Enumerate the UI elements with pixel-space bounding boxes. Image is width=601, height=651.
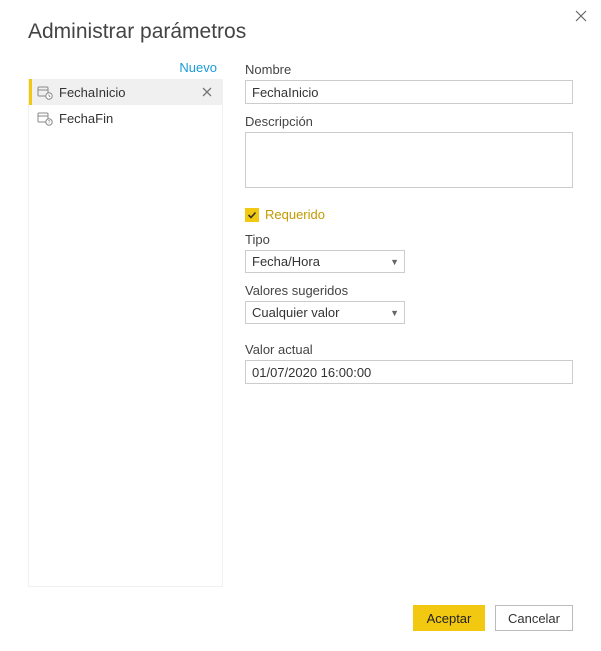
accept-button[interactable]: Aceptar xyxy=(413,605,485,631)
parameter-form: Nombre Descripción Requerido Tipo ▼ Valo… xyxy=(245,58,573,587)
valor-actual-input[interactable] xyxy=(245,360,573,384)
dialog-body: Nuevo FechaInicio xyxy=(28,58,573,587)
valor-actual-label: Valor actual xyxy=(245,342,573,357)
dialog-footer: Aceptar Cancelar xyxy=(28,587,573,631)
tipo-select[interactable] xyxy=(245,250,405,273)
parameter-icon: ? xyxy=(37,110,53,126)
delete-parameter-icon[interactable] xyxy=(198,84,216,100)
close-icon[interactable] xyxy=(575,10,587,25)
tipo-select-wrap: ▼ xyxy=(245,250,405,273)
requerido-checkbox[interactable] xyxy=(245,208,259,222)
dialog-title: Administrar parámetros xyxy=(28,20,573,44)
requerido-label: Requerido xyxy=(265,207,325,222)
parameter-item-fechafin[interactable]: ? FechaFin xyxy=(29,105,222,131)
parameter-item-fechainicio[interactable]: FechaInicio xyxy=(29,79,222,105)
descripcion-label: Descripción xyxy=(245,114,573,129)
tipo-label: Tipo xyxy=(245,232,573,247)
valores-sugeridos-select-wrap: ▼ xyxy=(245,301,405,324)
manage-parameters-dialog: Administrar parámetros Nuevo F xyxy=(0,0,601,651)
new-parameter-link[interactable]: Nuevo xyxy=(28,58,223,79)
valores-sugeridos-select[interactable] xyxy=(245,301,405,324)
parameter-list: FechaInicio ? FechaFin xyxy=(28,79,223,587)
descripcion-input[interactable] xyxy=(245,132,573,188)
parameter-item-label: FechaFin xyxy=(59,111,216,126)
nombre-label: Nombre xyxy=(245,62,573,77)
parameter-list-pane: Nuevo FechaInicio xyxy=(28,58,223,587)
nombre-input[interactable] xyxy=(245,80,573,104)
parameter-item-label: FechaInicio xyxy=(59,85,198,100)
svg-text:?: ? xyxy=(48,120,51,126)
cancel-button[interactable]: Cancelar xyxy=(495,605,573,631)
valores-sugeridos-label: Valores sugeridos xyxy=(245,283,573,298)
requerido-row: Requerido xyxy=(245,207,573,222)
parameter-icon xyxy=(37,84,53,100)
